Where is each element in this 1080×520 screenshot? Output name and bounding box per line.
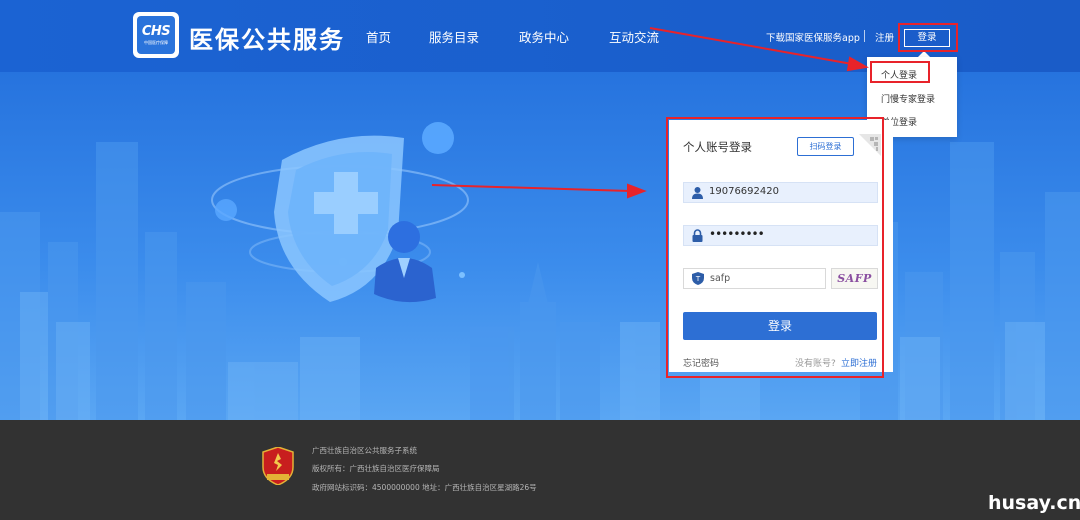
footer-copyright: 版权所有：广西壮族自治区医疗保障局 (312, 464, 440, 473)
footer-system-name: 广西壮族自治区公共服务子系统 (312, 446, 417, 455)
logo-text: CHS (141, 24, 171, 39)
nav-service-catalog[interactable]: 服务目录 (429, 27, 479, 46)
highlight-login-card (666, 117, 884, 378)
header-divider (864, 30, 865, 42)
logo-subtext: 中国医疗保障 (144, 40, 168, 45)
page-footer: 广西壮族自治区公共服务子系统 版权所有：广西壮族自治区医疗保障局 政府网站标识码… (0, 420, 1080, 520)
main-nav: 首页 服务目录 政务中心 互动交流 (366, 27, 697, 46)
watermark: husay.cn (988, 492, 1080, 514)
party-government-emblem (262, 447, 294, 485)
download-app-link[interactable]: 下载国家医保服务app (766, 30, 860, 44)
chs-logo[interactable]: CHS 中国医疗保障 (133, 12, 179, 58)
site-title: 医保公共服务 (189, 26, 345, 54)
menu-item-expert-login[interactable]: 门慢专家登录 (881, 92, 935, 105)
nav-interaction[interactable]: 互动交流 (609, 27, 659, 46)
highlight-login-button (898, 23, 958, 52)
nav-government-center[interactable]: 政务中心 (519, 27, 569, 46)
highlight-personal-login (870, 61, 930, 83)
nav-home[interactable]: 首页 (366, 27, 391, 46)
register-link[interactable]: 注册 (875, 30, 894, 44)
footer-site-code: 政府网站标识码：4500000000 地址：广西壮族自治区星湖路26号 (312, 483, 537, 492)
logo-mark: CHS 中国医疗保障 (137, 16, 175, 54)
